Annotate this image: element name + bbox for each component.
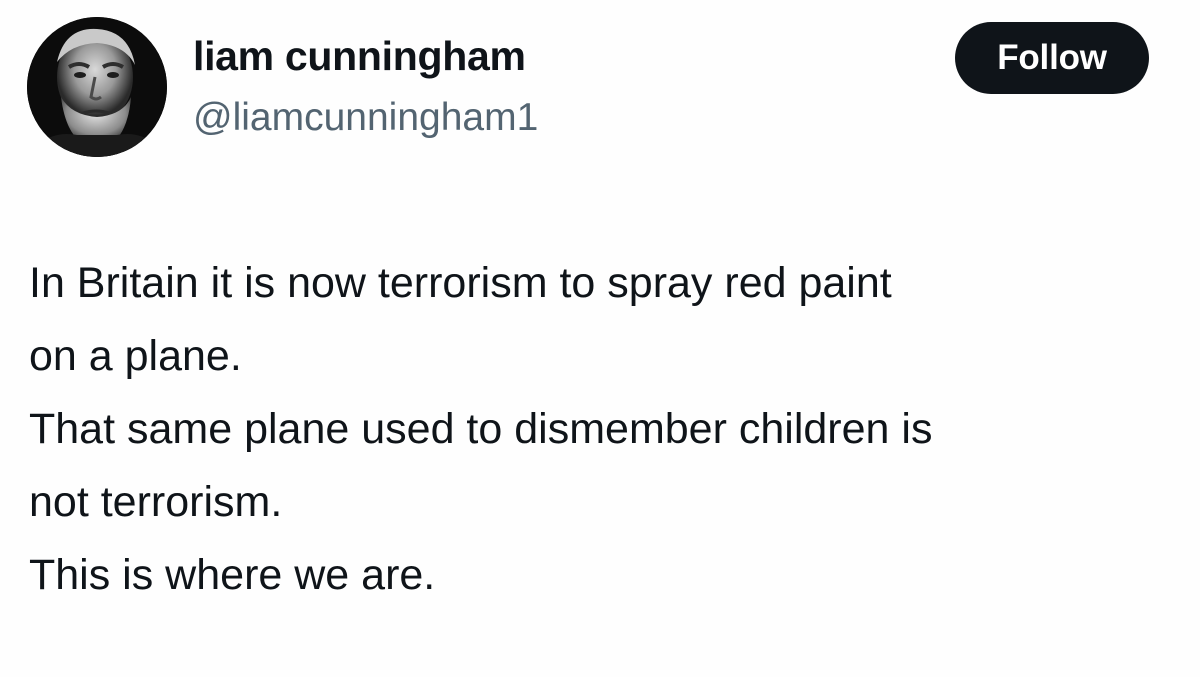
tweet-text: In Britain it is now terrorism to spray … (29, 247, 1179, 612)
avatar[interactable] (27, 17, 167, 157)
follow-button[interactable]: Follow (955, 22, 1149, 94)
avatar-photo-icon (27, 17, 167, 157)
tweet-line: not terrorism. (29, 478, 283, 526)
tweet-line: That same plane used to dismember childr… (29, 405, 933, 453)
author-handle[interactable]: @liamcunningham1 (193, 96, 538, 140)
author-display-name[interactable]: liam cunningham (193, 33, 526, 80)
tweet-line: This is where we are. (29, 551, 436, 599)
tweet-card: liam cunningham @liamcunningham1 Follow … (0, 0, 1200, 677)
tweet-line: In Britain it is now terrorism to spray … (29, 259, 892, 307)
tweet-line: on a plane. (29, 332, 242, 380)
